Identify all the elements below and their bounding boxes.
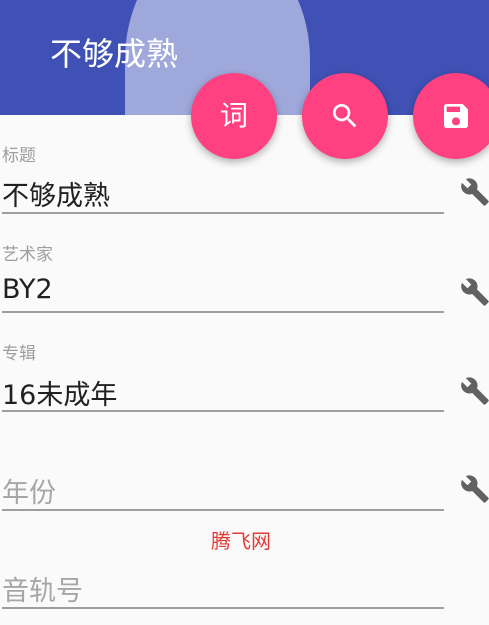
track-number-field-underline (2, 607, 444, 609)
artist-field-underline (2, 311, 444, 313)
wrench-icon[interactable] (460, 474, 489, 504)
title-field-label: 标题 (2, 146, 36, 166)
save-button[interactable] (413, 73, 489, 159)
artist-field-label: 艺术家 (2, 245, 53, 265)
title-field[interactable]: 不够成熟 (2, 174, 110, 213)
album-field-label: 专辑 (2, 344, 36, 364)
wrench-icon[interactable] (460, 277, 489, 307)
search-button[interactable] (302, 73, 388, 159)
wrench-icon[interactable] (460, 376, 489, 406)
title-field-underline (2, 212, 444, 214)
wrench-icon[interactable] (460, 177, 489, 207)
watermark: 腾飞网 (211, 529, 271, 553)
search-icon (333, 104, 357, 128)
lyrics-text-icon: 词 (219, 99, 248, 132)
page-title: 不够成熟 (50, 35, 179, 73)
track-number-field[interactable]: 音轨号 (2, 569, 83, 608)
lyrics-button[interactable]: 词 (191, 73, 277, 159)
album-field-underline (2, 410, 444, 412)
year-field-underline (2, 509, 444, 511)
save-icon (444, 104, 468, 128)
year-field[interactable]: 年份 (2, 471, 56, 510)
album-field[interactable]: 16未成年 (2, 373, 117, 412)
artist-field[interactable]: BY2 (2, 274, 53, 305)
